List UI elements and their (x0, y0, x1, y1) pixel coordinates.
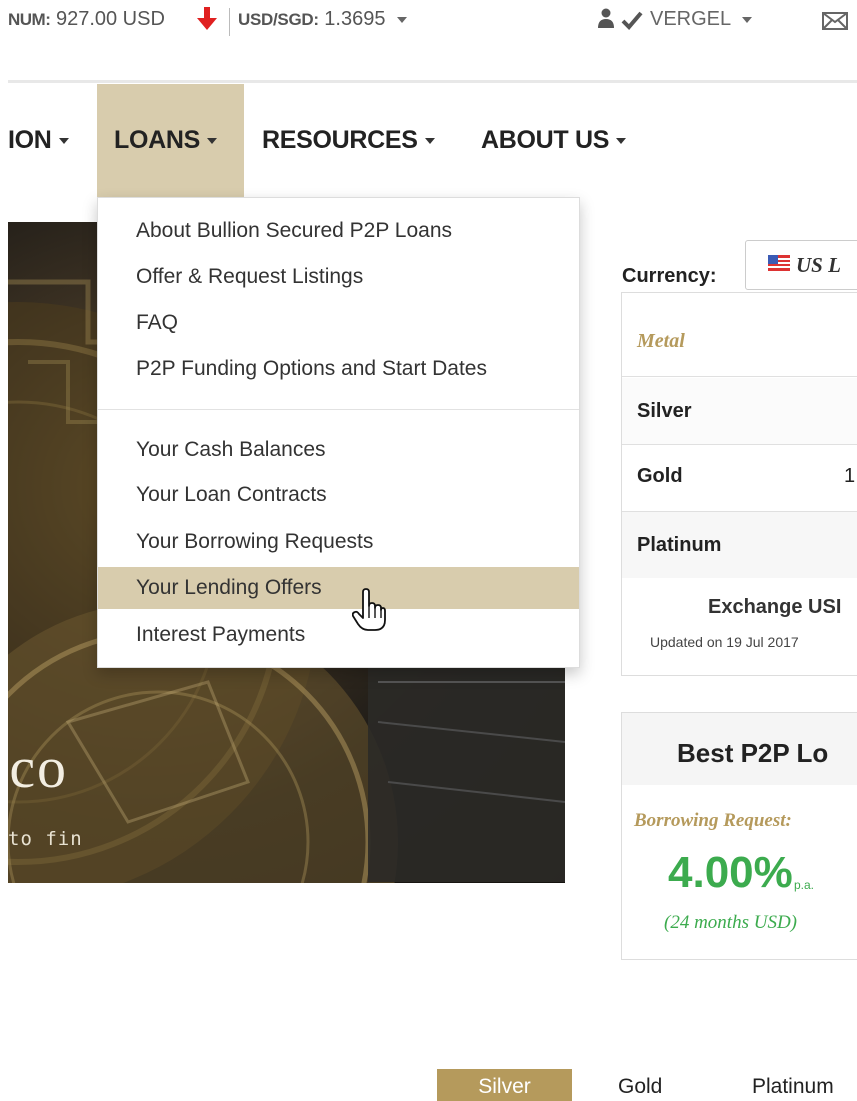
currency-select[interactable]: US L (745, 240, 857, 290)
fx-value: 1.3695 (324, 8, 386, 30)
nav-item-about-us[interactable]: ABOUT US (481, 84, 627, 198)
menu-item-funding-options[interactable]: P2P Funding Options and Start Dates (98, 348, 579, 390)
username: VERGEL (650, 8, 731, 30)
chevron-down-icon (616, 138, 627, 145)
menu-item-about-loans[interactable]: About Bullion Secured P2P Loans (98, 210, 579, 252)
table-row: Platinum (622, 512, 857, 578)
rate-unit: p.a. (794, 878, 815, 892)
menu-item-faq[interactable]: FAQ (98, 302, 579, 344)
hero-subtitle: to fin (8, 828, 83, 850)
down-arrow-icon (197, 7, 217, 30)
borrowing-request-label: Borrowing Request: (634, 810, 792, 831)
nav-item-loans[interactable]: LOANS (97, 84, 244, 198)
currency-label: Currency: (622, 265, 717, 287)
menu-item-lending-offers[interactable]: Your Lending Offers (98, 567, 579, 609)
tab-silver[interactable]: Silver (437, 1069, 572, 1101)
mail-icon[interactable] (822, 12, 848, 30)
fx-rate-selector[interactable]: USD/SGD: 1.3695 (238, 8, 408, 31)
tab-platinum[interactable]: Platinum (752, 1069, 834, 1101)
tab-gold[interactable]: Gold (618, 1069, 662, 1101)
rate-term: (24 months USD) (664, 912, 797, 933)
metal-name: Silver (637, 400, 692, 422)
menu-item-listings[interactable]: Offer & Request Listings (98, 256, 579, 298)
menu-item-interest-payments[interactable]: Interest Payments (98, 614, 579, 656)
best-rate: 4.00% (668, 848, 793, 897)
top-ticker-bar: NUM: 927.00 USD USD/SGD: 1.3695 VERGEL (0, 0, 857, 48)
header-divider (8, 80, 857, 83)
metal-name: Platinum (637, 534, 722, 556)
metal-price: 927.00 USD (55, 8, 165, 30)
hand-cursor-icon (352, 588, 386, 631)
ticker-divider (229, 8, 230, 36)
metal-name: Gold (637, 465, 683, 487)
us-flag-icon (768, 255, 790, 271)
nav-item-ion[interactable]: ION (8, 84, 69, 198)
metal-price: 1 (844, 465, 856, 487)
table-row: Silver (622, 378, 857, 444)
metal-price-ticker[interactable]: NUM: 927.00 USD (8, 8, 165, 31)
loans-dropdown-menu: About Bullion Secured P2P Loans Offer & … (97, 197, 580, 668)
updated-timestamp: Updated on 19 Jul 2017 (650, 634, 799, 650)
nav-item-resources[interactable]: RESOURCES (262, 84, 435, 198)
table-row: Gold 1 (622, 445, 857, 511)
chevron-down-icon (424, 138, 435, 145)
row-divider (622, 376, 857, 377)
menu-divider (98, 409, 579, 410)
menu-item-borrowing-requests[interactable]: Your Borrowing Requests (98, 521, 579, 563)
nav-label: ABOUT US (481, 126, 610, 154)
nav-label: LOANS (114, 126, 201, 154)
chevron-down-icon (207, 138, 218, 145)
best-p2p-title: Best P2P Lo (677, 738, 829, 768)
currency-value: US L (796, 253, 841, 277)
chevron-down-icon (397, 16, 408, 23)
metal-column-header: Metal (637, 330, 685, 352)
chevron-down-icon (741, 16, 752, 23)
menu-item-loan-contracts[interactable]: Your Loan Contracts (98, 474, 579, 516)
metal-label: NUM: (8, 10, 51, 29)
check-icon (621, 11, 643, 30)
menu-item-cash-balances[interactable]: Your Cash Balances (98, 429, 579, 471)
fx-label: USD/SGD: (238, 10, 319, 29)
chevron-down-icon (58, 138, 69, 145)
nav-label: ION (8, 126, 52, 154)
user-menu[interactable]: VERGEL (650, 8, 752, 31)
exchange-title: Exchange USI (708, 596, 842, 618)
hero-title: rco (8, 735, 69, 800)
nav-label: RESOURCES (262, 126, 418, 154)
user-icon (598, 8, 614, 28)
